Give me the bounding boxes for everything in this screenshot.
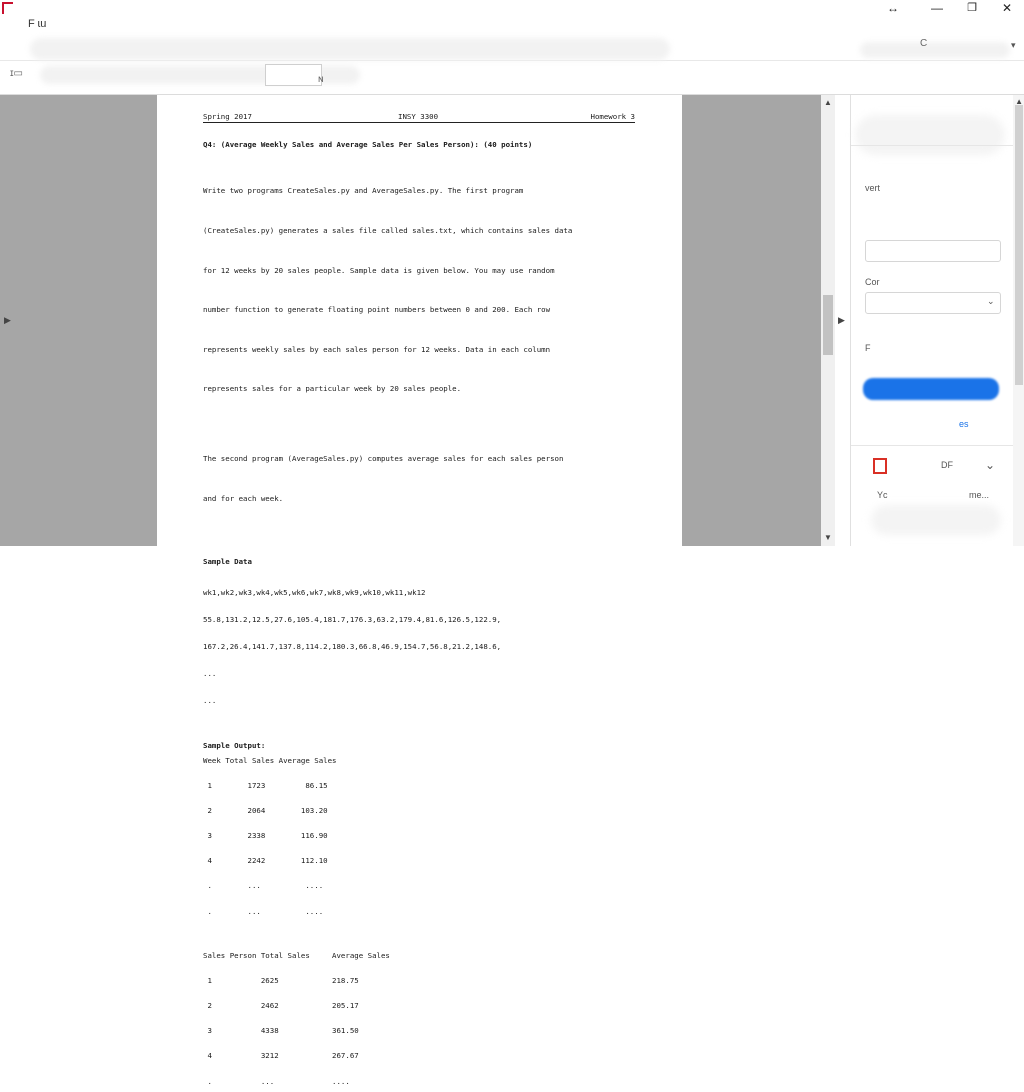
header-right: Homework 3	[590, 112, 636, 121]
redacted-area	[855, 115, 1005, 155]
minimize-button[interactable]: —	[920, 0, 954, 16]
paragraph-1: Write two programs CreateSales.py and Av…	[203, 158, 635, 422]
header-center: INSY 3300	[398, 112, 439, 121]
text-line: wk1,wk2,wk3,wk4,wk5,wk6,wk7,wk8,wk9,wk10…	[203, 587, 426, 597]
table-row: 3 4338 361.50	[203, 1026, 359, 1036]
sample-data-title: Sample Data	[203, 556, 252, 566]
text-line: Write two programs CreateSales.py and Av…	[203, 186, 524, 196]
header-left: Spring 2017	[203, 112, 252, 121]
question-title: Q4: (Average Weekly Sales and Average Sa…	[203, 140, 533, 149]
text-line: ...	[203, 668, 217, 678]
expand-right-icon[interactable]: ▶	[838, 315, 845, 326]
document-page: Spring 2017 INSY 3300 Homework 3 Q4: (Av…	[157, 95, 682, 1085]
table-row: 4 2242 112.10	[203, 856, 328, 866]
scroll-down-icon[interactable]: ▼	[824, 533, 832, 542]
table-row: 2 2064 103.20	[203, 805, 328, 815]
text-line: and for each week.	[203, 494, 284, 504]
close-button[interactable]: ✕	[990, 0, 1024, 16]
title-bar: F ɩu ↔ — ❐ ✕	[0, 0, 1024, 32]
table-row: . ... ....	[203, 1076, 350, 1086]
person-table: 1 2625 218.75 2 2462 205.17 3 4338 361.5…	[203, 960, 635, 1092]
table-row: 2 2462 205.17	[203, 1000, 359, 1010]
text-line: represents weekly sales by each sales pe…	[203, 344, 551, 354]
side-pane: vert Cor ⌄ F es DF ⌄ Yc me... ▲	[850, 95, 1024, 546]
expand-left-icon[interactable]: ▶	[4, 315, 11, 326]
text-line: (CreateSales.py) generates a sales file …	[203, 226, 573, 236]
redacted-area	[871, 505, 1001, 535]
text-line: 55.8,131.2,12.5,27.6,105.4,181.7,176.3,6…	[203, 614, 502, 624]
week-table: 1 1723 86.15 2 2064 103.20 3 2338 116.90…	[203, 765, 635, 933]
text-line: number function to generate floating poi…	[203, 305, 551, 315]
pane-input[interactable]	[865, 240, 1001, 262]
toolbar-left-icon[interactable]: ɪ▭	[10, 68, 23, 79]
sample-output-title: Sample Output:	[203, 740, 266, 750]
scroll-up-icon[interactable]: ▲	[824, 98, 832, 107]
pane-label: Yc	[877, 490, 888, 500]
person-table-header: Sales Person Total Sales Average Sales	[203, 950, 390, 960]
pane-label: DF	[941, 460, 953, 470]
resize-icon[interactable]: ↔	[876, 0, 910, 16]
pane-scrollbar[interactable]: ▲	[1013, 95, 1024, 546]
pane-label: me...	[969, 490, 990, 500]
pdf-icon	[873, 458, 887, 474]
table-row: . ... ....	[203, 881, 324, 891]
text-line: represents sales for a particular week b…	[203, 384, 462, 394]
table-row: 4 3212 267.67	[203, 1051, 359, 1061]
pane-link[interactable]: es	[959, 419, 969, 429]
primary-action-button[interactable]	[863, 378, 999, 400]
pane-scroll-thumb[interactable]	[1015, 105, 1023, 385]
table-row: 1 1723 86.15	[203, 780, 328, 790]
toolbar: ɪ▭ ɴ C ▾	[0, 32, 1024, 95]
page-header: Spring 2017 INSY 3300 Homework 3	[203, 112, 635, 123]
text-line: for 12 weeks by 20 sales people. Sample …	[203, 265, 555, 275]
window-title: F ɩu	[28, 18, 47, 30]
toolbar-input[interactable]	[265, 64, 322, 86]
toolbar-right-icon[interactable]: C	[920, 38, 927, 49]
sample-data-block: wk1,wk2,wk3,wk4,wk5,wk6,wk7,wk8,wk9,wk10…	[203, 570, 635, 723]
toolbar-mid-icon[interactable]: ɴ	[318, 74, 324, 85]
divider	[851, 445, 1013, 446]
document-content: Spring 2017 INSY 3300 Homework 3 Q4: (Av…	[203, 112, 635, 1092]
divider	[851, 145, 1013, 146]
select-chevron-icon[interactable]: ⌄	[987, 296, 995, 307]
paragraph-2: The second program (AverageSales.py) com…	[203, 426, 635, 532]
maximize-button[interactable]: ❐	[955, 0, 989, 16]
pane-label: vert	[865, 183, 881, 193]
week-table-header: Week Total Sales Average Sales	[203, 755, 337, 765]
table-row: 1 2625 218.75	[203, 975, 359, 985]
text-line: ...	[203, 695, 217, 705]
redacted-area	[860, 42, 1010, 58]
text-line: The second program (AverageSales.py) com…	[203, 454, 564, 464]
pane-label: Cor	[865, 277, 880, 287]
document-viewer: ▶ Spring 2017 INSY 3300 Homework 3 Q4: (…	[0, 95, 835, 1085]
redacted-area	[30, 38, 670, 60]
table-row: . ... ....	[203, 906, 324, 916]
pane-label: F	[865, 343, 871, 353]
app-logo-icon	[2, 2, 13, 14]
dropdown-chevron-icon[interactable]: ⌄	[985, 458, 995, 472]
scroll-thumb[interactable]	[823, 295, 833, 355]
text-line: 167.2,26.4,141.7,137.8,114.2,180.3,66.8,…	[203, 641, 502, 651]
toolbar-dropdown-icon[interactable]: ▾	[1011, 40, 1016, 51]
pane-select[interactable]	[865, 292, 1001, 314]
table-row: 3 2338 116.90	[203, 830, 328, 840]
document-scrollbar[interactable]: ▲ ▼	[821, 95, 835, 546]
